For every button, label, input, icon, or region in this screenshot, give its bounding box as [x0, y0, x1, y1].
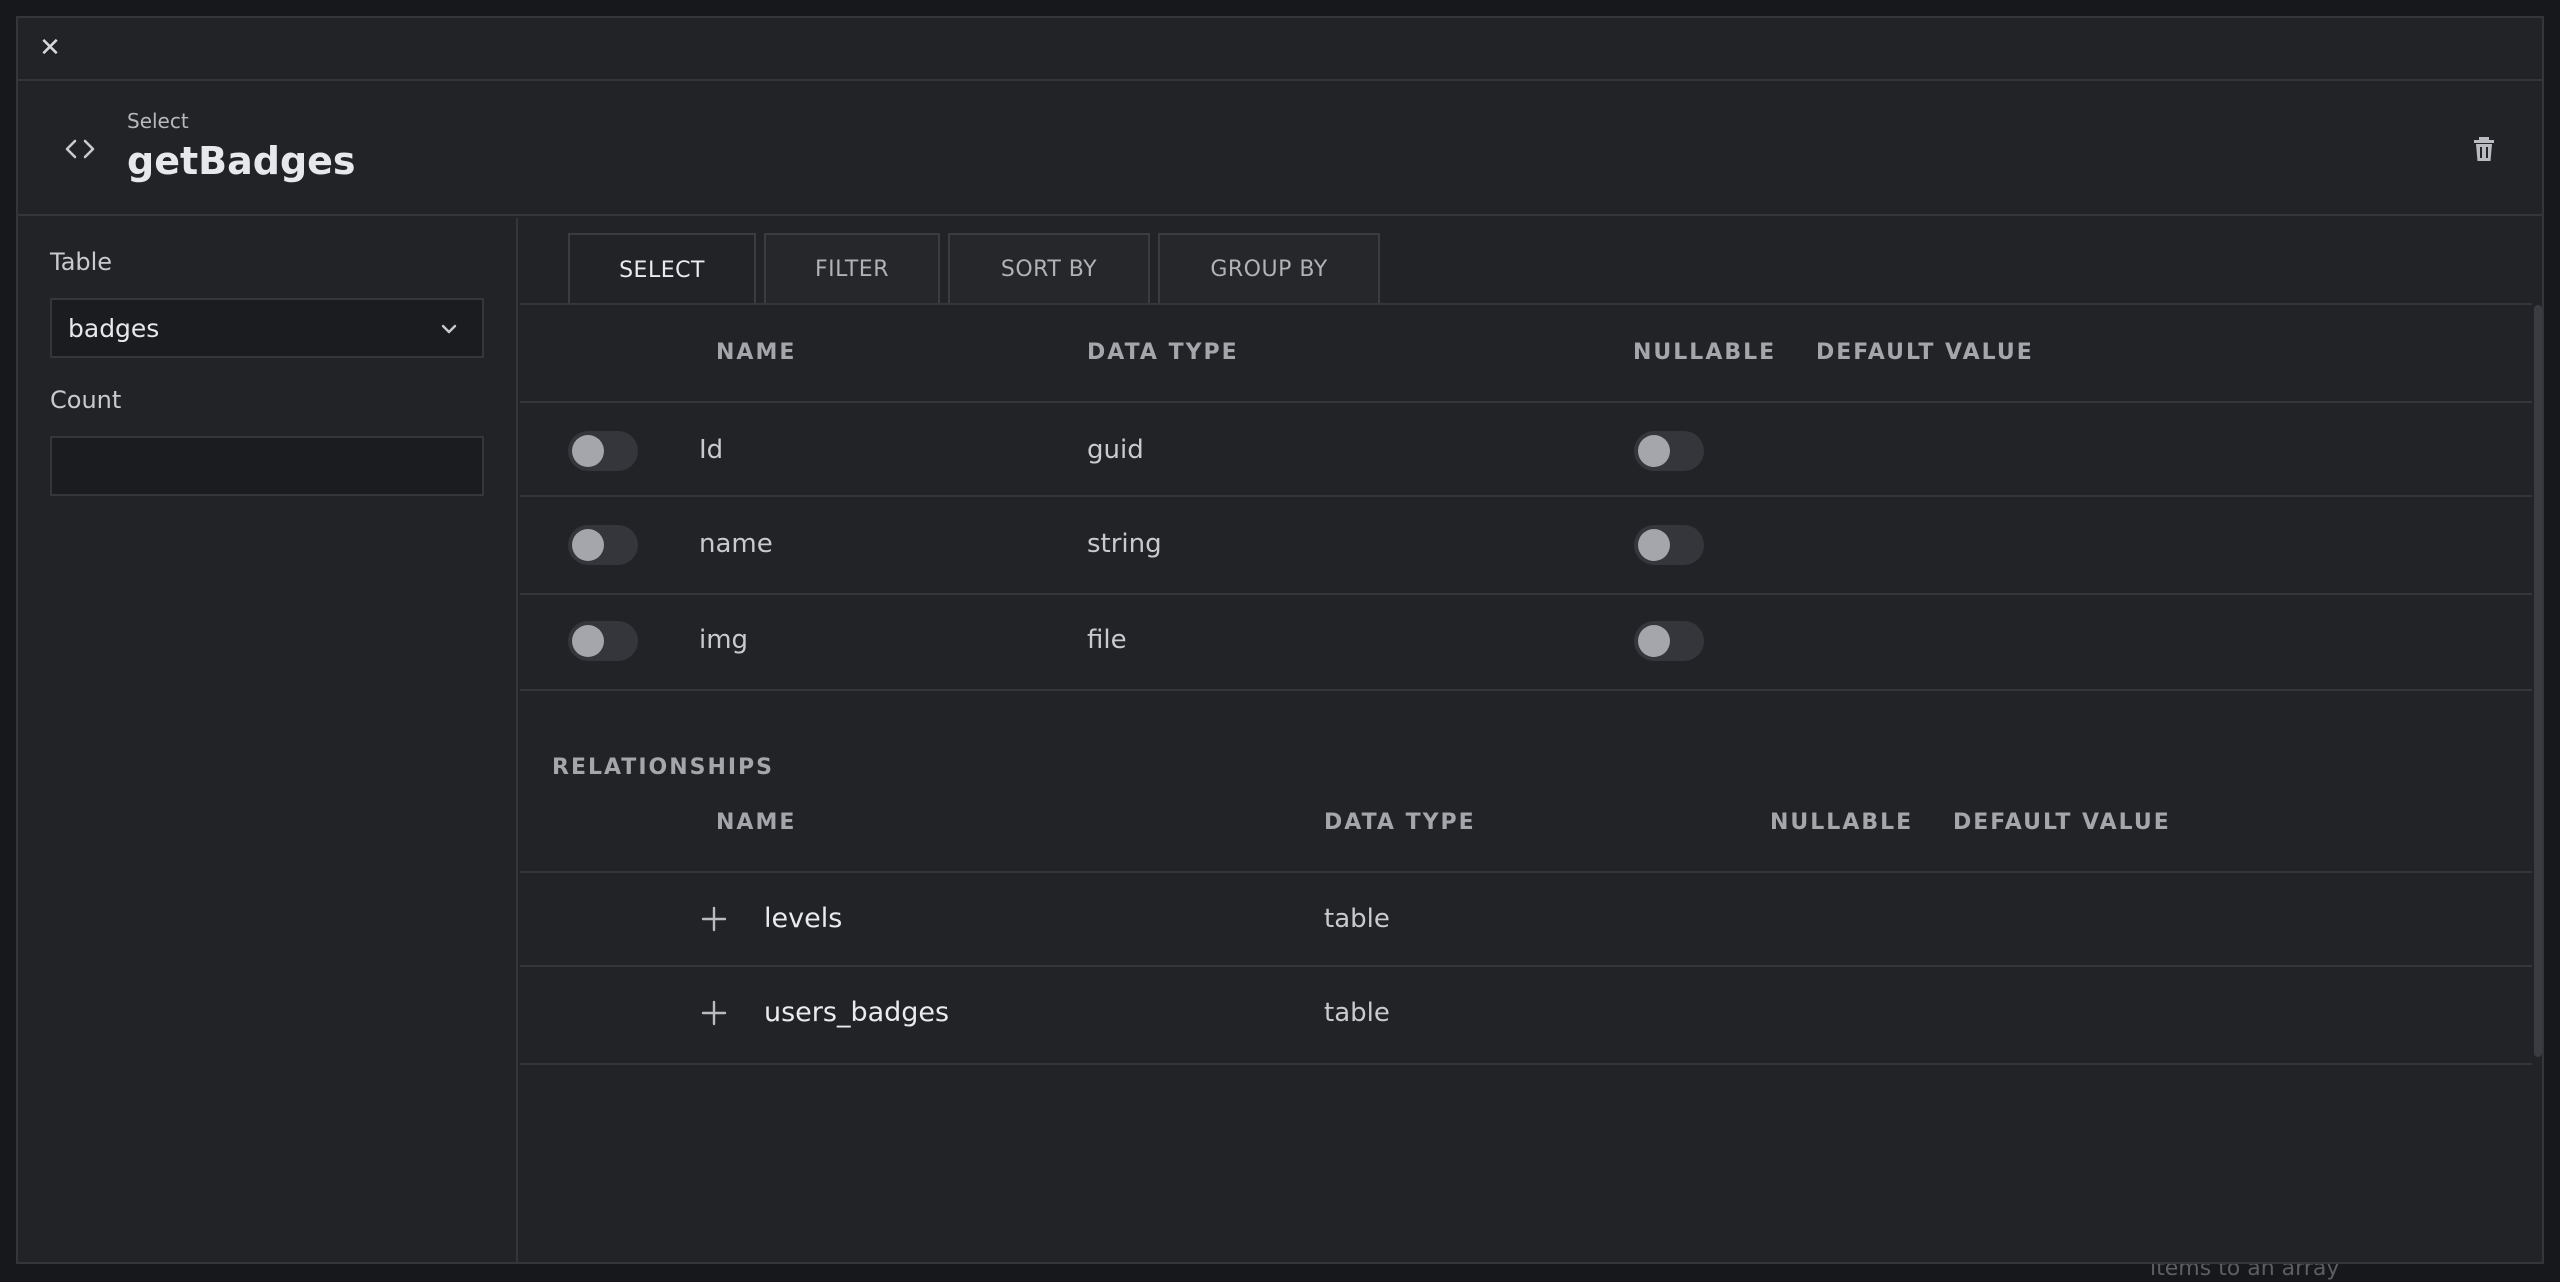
scrollbar[interactable]: [2534, 305, 2542, 1057]
column-header-default-value: DEFAULT VALUE: [1816, 340, 2034, 365]
column-header-nullable: NULLABLE: [1633, 340, 1777, 365]
nullable-toggle[interactable]: [1634, 525, 1704, 565]
plus-icon[interactable]: [700, 999, 728, 1027]
relationship-header-nullable: NULLABLE: [1770, 810, 1914, 835]
close-icon[interactable]: ✕: [34, 32, 66, 64]
chevron-down-icon: [441, 324, 457, 334]
relationship-header-data-type: DATA TYPE: [1324, 810, 1476, 835]
field-data-type: string: [1087, 529, 1162, 559]
relationship-row: users_badges table: [520, 969, 2532, 1065]
query-sidebar: Table badges Count: [18, 218, 518, 1262]
field-name: img: [699, 625, 749, 655]
field-name: name: [699, 529, 773, 559]
query-title: getBadges: [127, 139, 356, 183]
field-data-type: guid: [1087, 435, 1144, 465]
nullable-toggle[interactable]: [1634, 431, 1704, 471]
select-query-modal: ✕ Select getBadges Table badges Count SE…: [16, 16, 2544, 1264]
field-select-toggle[interactable]: [568, 621, 638, 661]
count-input[interactable]: [50, 436, 484, 496]
query-type-label: Select: [127, 109, 189, 133]
relationship-data-type: table: [1324, 904, 1390, 934]
select-tab-content: NAME DATA TYPE NULLABLE DEFAULT VALUE Id…: [520, 303, 2532, 1065]
nullable-toggle[interactable]: [1634, 621, 1704, 661]
column-header-name: NAME: [716, 340, 797, 365]
tab-filter[interactable]: FILTER: [764, 233, 940, 303]
relationship-row: levels table: [520, 871, 2532, 967]
field-data-type: file: [1087, 625, 1127, 655]
code-icon: [65, 139, 95, 159]
field-select-toggle[interactable]: [568, 525, 638, 565]
table-row: Id guid: [520, 401, 2532, 497]
tab-select[interactable]: SELECT: [568, 233, 756, 305]
modal-header: Select getBadges: [18, 81, 2542, 216]
table-label: Table: [50, 248, 113, 276]
relationships-title: RELATIONSHIPS: [552, 755, 775, 780]
column-header-data-type: DATA TYPE: [1087, 340, 1239, 365]
relationship-data-type: table: [1324, 998, 1390, 1028]
table-row: img file: [520, 595, 2532, 691]
count-label: Count: [50, 386, 122, 414]
plus-icon[interactable]: [700, 905, 728, 933]
relationship-name[interactable]: levels: [764, 903, 842, 934]
relationship-name[interactable]: users_badges: [764, 997, 949, 1028]
relationship-header-default-value: DEFAULT VALUE: [1953, 810, 2171, 835]
tab-group-by[interactable]: GROUP BY: [1158, 233, 1380, 303]
table-select-value: badges: [68, 314, 160, 343]
modal-topbar: ✕: [18, 18, 2542, 81]
query-tabs: SELECT FILTER SORT BY GROUP BY: [568, 233, 1388, 305]
table-select[interactable]: badges: [50, 298, 484, 358]
tab-sort-by[interactable]: SORT BY: [948, 233, 1150, 303]
query-main-panel: SELECT FILTER SORT BY GROUP BY NAME DATA…: [520, 218, 2542, 1262]
field-name: Id: [699, 435, 724, 465]
table-row: name string: [520, 499, 2532, 595]
relationship-header-name: NAME: [716, 810, 797, 835]
field-select-toggle[interactable]: [568, 431, 638, 471]
trash-icon[interactable]: [2468, 133, 2500, 165]
